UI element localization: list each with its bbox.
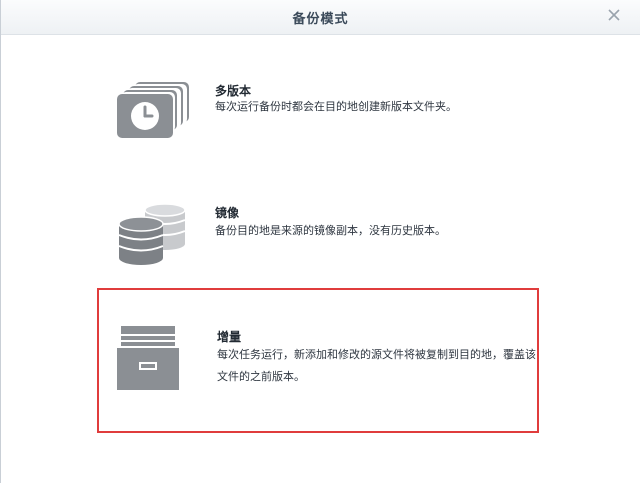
close-icon[interactable]	[606, 7, 622, 23]
option-title: 镜像	[215, 206, 240, 220]
option-mirror[interactable]: 镜像 备份目的地是来源的镜像副本，没有历史版本。	[97, 190, 539, 274]
option-description: 每次运行备份时都会在目的地创建新版本文件夹。	[215, 100, 457, 113]
app-stage: 备份模式 多版本 每次运行备份时都会在目的地创建新版本文件夹。 镜像 备份目的地…	[0, 0, 640, 483]
dialog-titlebar: 备份模式	[1, 0, 640, 35]
option-description: 每次任务运行，新添加和修改的源文件将被复制到目的地，覆盖该文件的之前版本。	[217, 348, 536, 383]
clock-stack-icon	[117, 82, 189, 138]
database-stack-icon	[118, 203, 186, 265]
file-cabinet-icon	[117, 326, 179, 390]
option-title: 增量	[217, 330, 242, 344]
option-description: 备份目的地是来源的镜像副本，没有历史版本。	[215, 224, 446, 237]
dialog-title: 备份模式	[292, 12, 349, 27]
backup-mode-dialog: 备份模式 多版本 每次运行备份时都会在目的地创建新版本文件夹。 镜像 备份目的地…	[0, 0, 640, 483]
option-multi-version[interactable]: 多版本 每次运行备份时都会在目的地创建新版本文件夹。	[97, 70, 539, 154]
option-incremental[interactable]: 增量 每次任务运行，新添加和修改的源文件将被复制到目的地，覆盖该文件的之前版本。	[97, 288, 539, 433]
